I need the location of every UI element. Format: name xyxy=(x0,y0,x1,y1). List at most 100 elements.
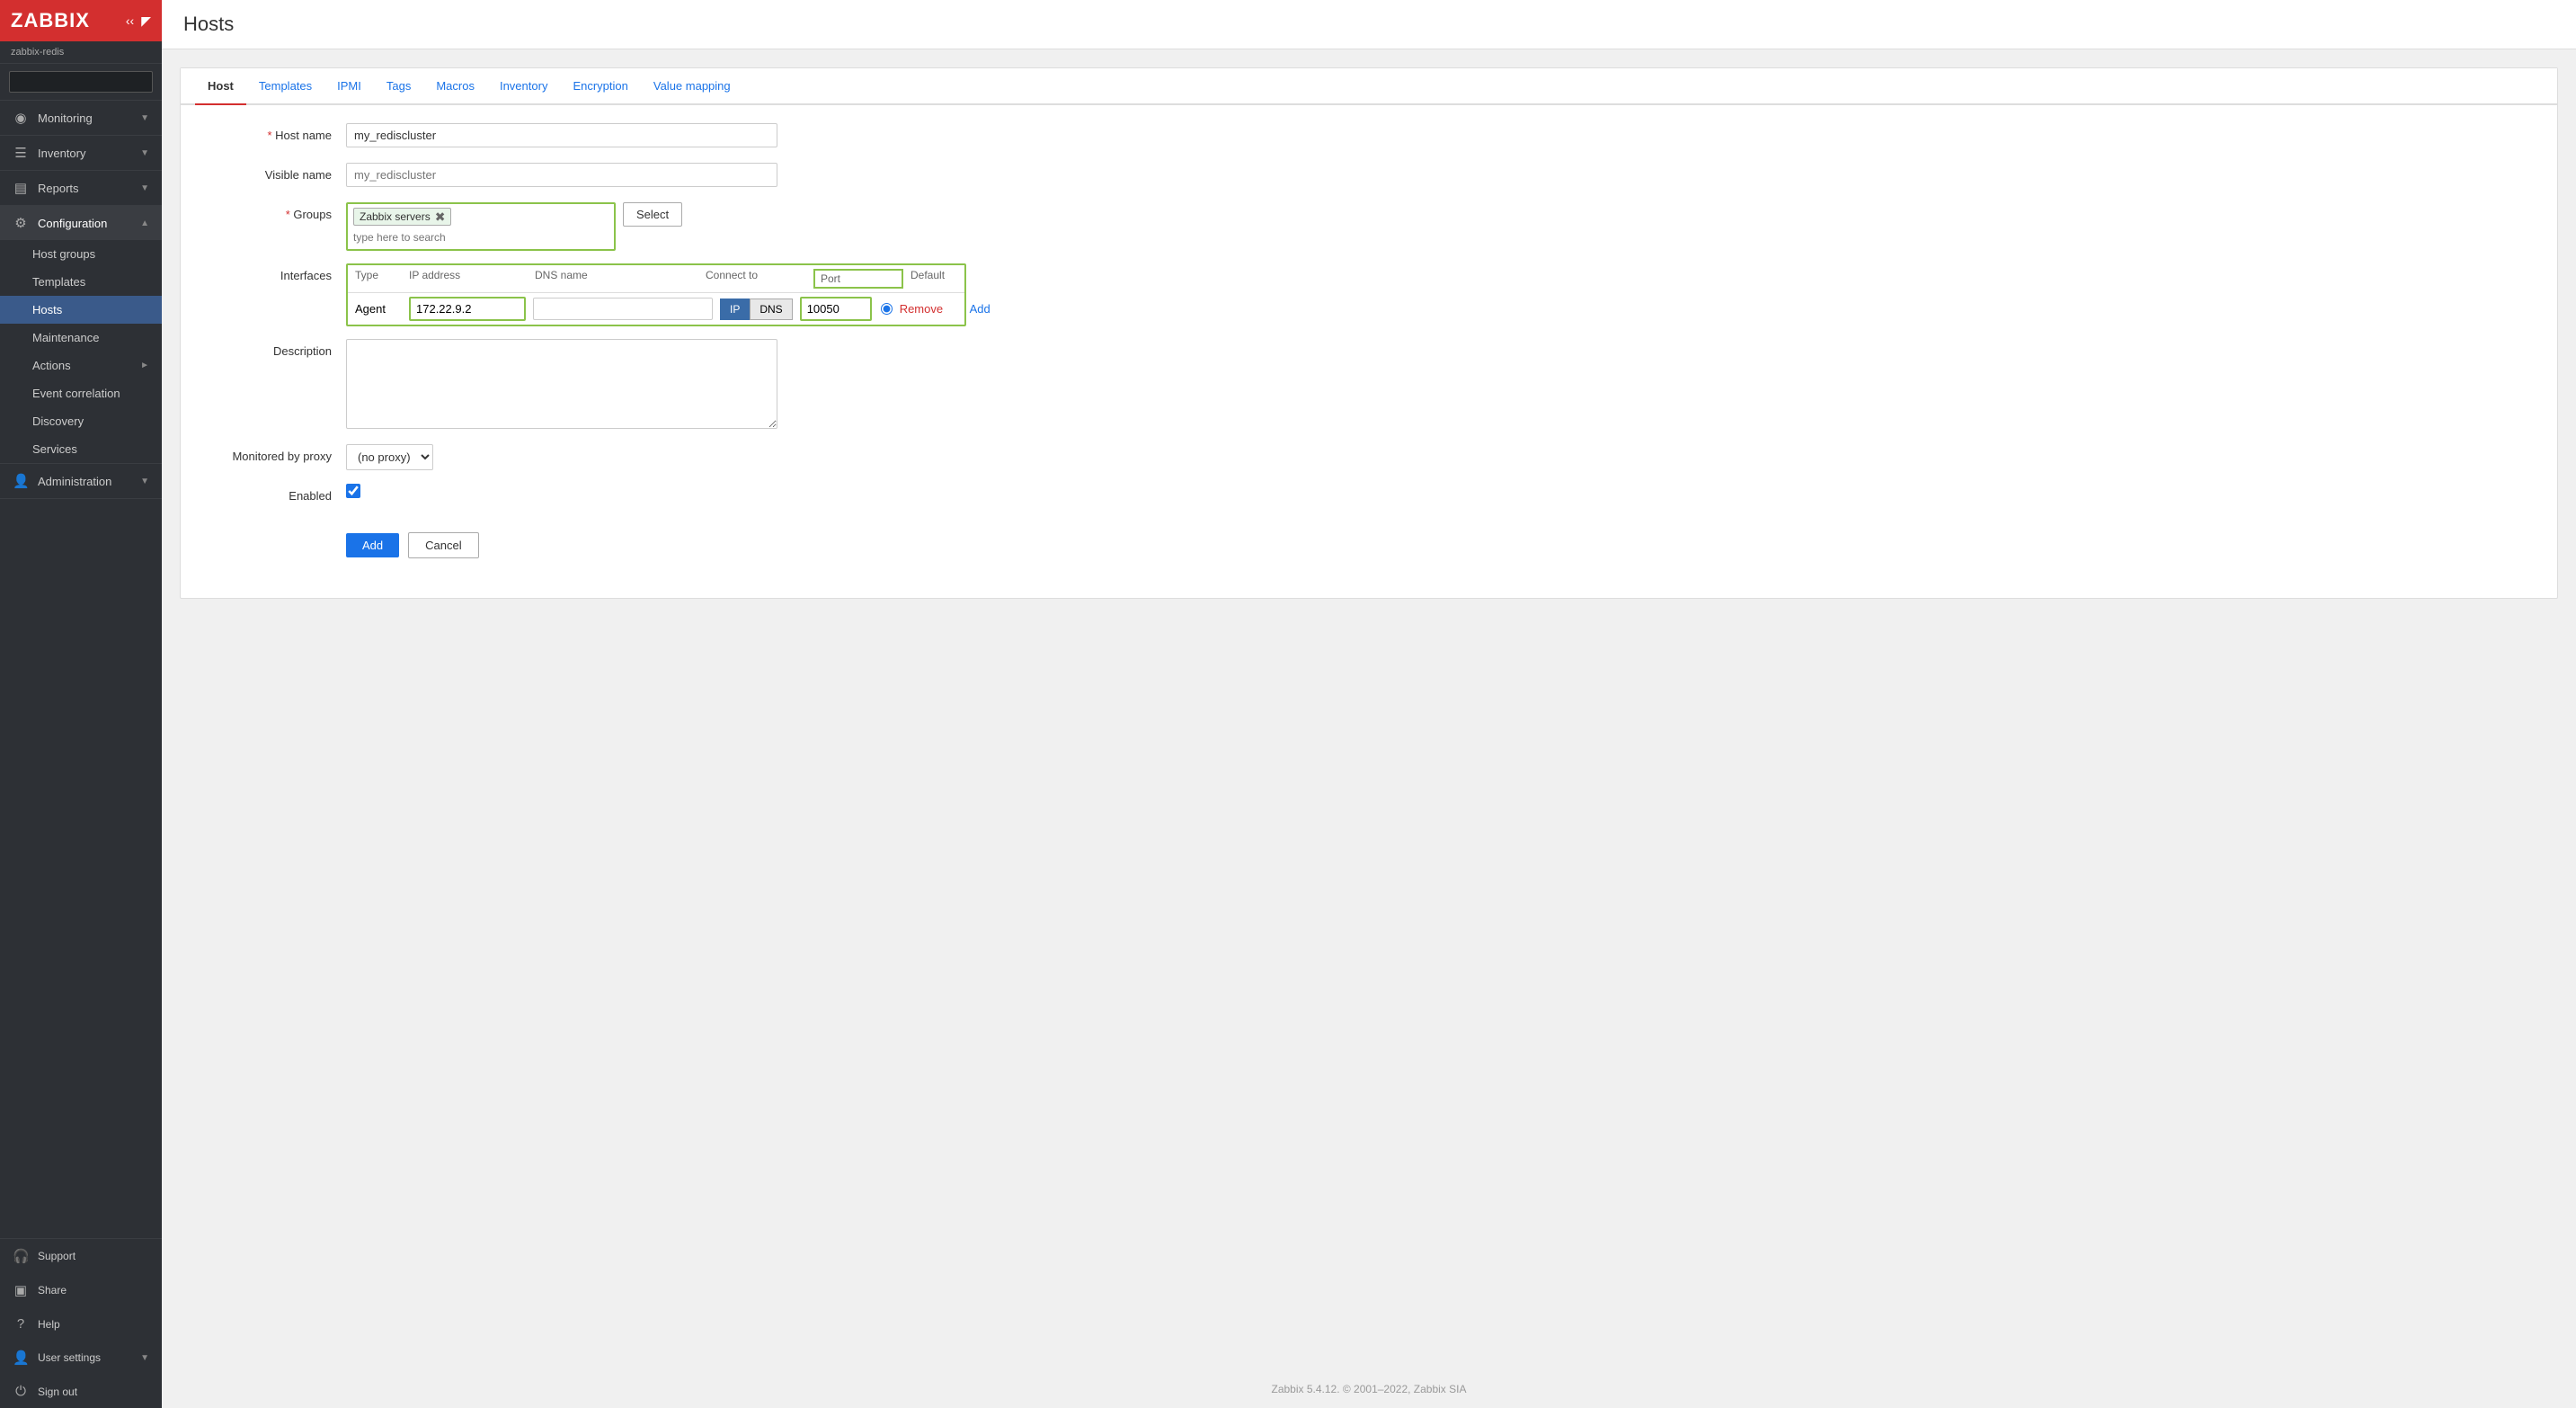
tab-inventory[interactable]: Inventory xyxy=(487,68,560,105)
administration-arrow: ▼ xyxy=(140,477,149,486)
form-body: Host name Visible name Groups xyxy=(181,105,2557,598)
groups-search-input[interactable] xyxy=(353,229,608,245)
sidebar-item-reports[interactable]: ▤ Reports ▼ xyxy=(0,171,162,205)
reports-icon: ▤ xyxy=(13,180,29,196)
sidebar-item-support[interactable]: 🎧 Support xyxy=(0,1239,162,1273)
services-label: Services xyxy=(32,442,77,456)
interfaces-table: Type IP address DNS name Connect to Port… xyxy=(346,263,966,326)
sidebar-item-services[interactable]: Services xyxy=(0,435,162,463)
iface-btn-ip[interactable]: IP xyxy=(720,299,750,320)
nav-reports-section: ▤ Reports ▼ xyxy=(0,171,162,206)
tab-value-mapping[interactable]: Value mapping xyxy=(641,68,743,105)
interfaces-add-link[interactable]: Add xyxy=(970,302,990,316)
visible-name-row: Visible name xyxy=(202,163,2536,190)
content-area: Host Templates IPMI Tags Macros Inventor… xyxy=(162,49,2576,1370)
maintenance-label: Maintenance xyxy=(32,331,99,344)
sidebar-item-sign-out[interactable]: ⏻ Sign out xyxy=(0,1375,162,1408)
group-tag-remove[interactable]: ✖ xyxy=(435,210,446,223)
iface-header-dns: DNS name xyxy=(526,269,706,289)
visible-name-input[interactable] xyxy=(346,163,777,187)
sidebar-item-administration[interactable]: 👤 Administration ▼ xyxy=(0,464,162,498)
tab-host[interactable]: Host xyxy=(195,68,246,105)
nav-configuration-section: ⚙ Configuration ▲ Host groups Templates … xyxy=(0,206,162,464)
iface-btn-dns[interactable]: DNS xyxy=(750,299,792,320)
tab-tags[interactable]: Tags xyxy=(374,68,423,105)
inventory-arrow: ▼ xyxy=(140,148,149,158)
help-label: Help xyxy=(38,1318,60,1331)
host-name-field xyxy=(346,123,2536,147)
iface-header-default: Default xyxy=(903,269,957,289)
enabled-row: Enabled xyxy=(202,484,2536,511)
sidebar: ZABBIX ‹‹ ◤ zabbix-redis ◉ Monitoring ▼ … xyxy=(0,0,162,1408)
groups-wrapper: Zabbix servers ✖ Select xyxy=(346,202,2536,251)
sidebar-item-user-settings[interactable]: 👤 User settings ▼ xyxy=(0,1341,162,1375)
sidebar-item-help[interactable]: ? Help xyxy=(0,1307,162,1341)
tab-ipmi[interactable]: IPMI xyxy=(324,68,374,105)
description-label: Description xyxy=(202,339,346,358)
user-settings-icon: 👤 xyxy=(13,1350,29,1366)
search-input[interactable] xyxy=(9,71,153,93)
sidebar-inventory-label: Inventory xyxy=(38,147,85,160)
user-settings-label: User settings xyxy=(38,1351,101,1364)
proxy-row: Monitored by proxy (no proxy) xyxy=(202,444,2536,471)
interfaces-field: Type IP address DNS name Connect to Port… xyxy=(346,263,2536,326)
tab-encryption[interactable]: Encryption xyxy=(560,68,640,105)
sidebar-item-maintenance[interactable]: Maintenance xyxy=(0,324,162,352)
sidebar-item-inventory[interactable]: ☰ Inventory ▼ xyxy=(0,136,162,170)
nav-inventory-section: ☰ Inventory ▼ xyxy=(0,136,162,171)
groups-select-button[interactable]: Select xyxy=(623,202,682,227)
interfaces-header: Type IP address DNS name Connect to Port… xyxy=(348,265,964,293)
host-name-input[interactable] xyxy=(346,123,777,147)
configuration-arrow: ▲ xyxy=(140,218,149,228)
iface-ip-input[interactable] xyxy=(409,297,526,321)
form-actions-row: Add Cancel xyxy=(346,523,2536,558)
iface-default-radio[interactable] xyxy=(881,303,893,315)
sidebar-item-host-groups[interactable]: Host groups xyxy=(0,240,162,268)
host-groups-label: Host groups xyxy=(32,247,95,261)
share-label: Share xyxy=(38,1284,67,1297)
collapse-icon[interactable]: ‹‹ xyxy=(126,13,134,29)
sign-out-icon: ⏻ xyxy=(13,1384,29,1399)
tab-macros[interactable]: Macros xyxy=(423,68,487,105)
add-button[interactable]: Add xyxy=(346,533,399,557)
help-icon: ? xyxy=(13,1316,29,1332)
sidebar-item-actions[interactable]: Actions ► xyxy=(0,352,162,379)
enabled-label: Enabled xyxy=(202,484,346,503)
sidebar-item-templates[interactable]: Templates xyxy=(0,268,162,296)
iface-port-input[interactable] xyxy=(800,297,872,321)
form-container: Host Templates IPMI Tags Macros Inventor… xyxy=(180,67,2558,599)
iface-header-port: Port xyxy=(813,269,903,289)
cancel-button[interactable]: Cancel xyxy=(408,532,478,558)
sidebar-item-configuration[interactable]: ⚙ Configuration ▲ xyxy=(0,206,162,240)
description-row: Description xyxy=(202,339,2536,432)
sidebar-item-discovery[interactable]: Discovery xyxy=(0,407,162,435)
proxy-label: Monitored by proxy xyxy=(202,444,346,463)
sidebar-administration-label: Administration xyxy=(38,475,111,488)
iface-type: Agent xyxy=(355,302,409,316)
enabled-checkbox[interactable] xyxy=(346,484,360,498)
reports-arrow: ▼ xyxy=(140,183,149,193)
iface-dns-input[interactable] xyxy=(533,298,713,320)
visible-name-field xyxy=(346,163,2536,187)
administration-icon: 👤 xyxy=(13,473,29,489)
sidebar-item-monitoring[interactable]: ◉ Monitoring ▼ xyxy=(0,101,162,135)
iface-header-type: Type xyxy=(355,269,409,289)
groups-input-box[interactable]: Zabbix servers ✖ xyxy=(346,202,616,251)
iface-remove-link[interactable]: Remove xyxy=(900,302,943,316)
inventory-icon: ☰ xyxy=(13,145,29,161)
iface-default-radio-wrapper xyxy=(881,303,893,315)
sidebar-item-share[interactable]: ▣ Share xyxy=(0,1273,162,1307)
sidebar-controls: ‹‹ ◤ xyxy=(126,13,151,29)
tab-templates[interactable]: Templates xyxy=(246,68,324,105)
description-textarea[interactable] xyxy=(346,339,777,429)
share-icon: ▣ xyxy=(13,1282,29,1298)
hosts-label: Hosts xyxy=(32,303,62,316)
proxy-select[interactable]: (no proxy) xyxy=(346,444,433,470)
sidebar-user: zabbix-redis xyxy=(0,41,162,64)
sidebar-item-event-correlation[interactable]: Event correlation xyxy=(0,379,162,407)
expand-icon[interactable]: ◤ xyxy=(141,13,151,29)
sidebar-item-hosts[interactable]: Hosts xyxy=(0,296,162,324)
main-area: Hosts Host Templates IPMI Tags Macros In… xyxy=(162,0,2576,1408)
discovery-label: Discovery xyxy=(32,414,84,428)
iface-header-ip: IP address xyxy=(409,269,526,289)
